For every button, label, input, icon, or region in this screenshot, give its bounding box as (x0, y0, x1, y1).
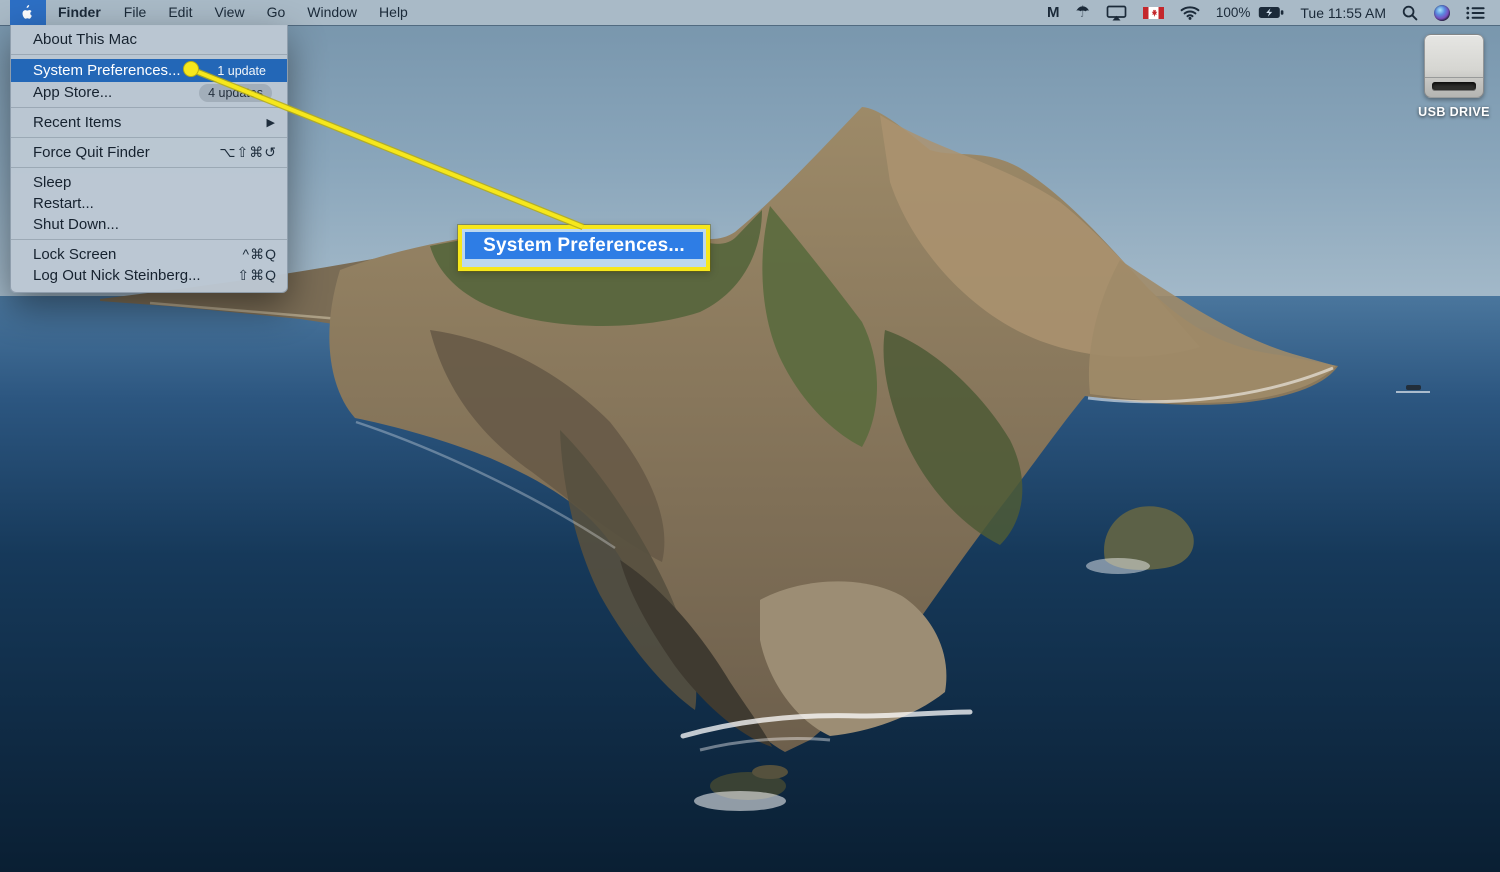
menu-item-label: Shut Down... (33, 216, 119, 233)
menu-title-file[interactable]: File (113, 0, 158, 25)
menu-bar-status-area: M ☂ (1047, 0, 1500, 25)
siri-icon[interactable] (1434, 0, 1450, 25)
notification-center-icon[interactable] (1466, 0, 1485, 25)
menu-title-help[interactable]: Help (368, 0, 419, 25)
spotlight-icon[interactable] (1402, 0, 1418, 25)
usb-drive-icon (1424, 34, 1484, 98)
menu-item-label: App Store... (33, 84, 112, 101)
menu-item-label: Restart... (33, 195, 94, 212)
menu-item-force-quit-finder[interactable]: Force Quit Finder ⌥⇧⌘↺ (11, 142, 287, 163)
menu-item-label: System Preferences... (33, 62, 181, 79)
menu-separator (11, 107, 287, 108)
keyboard-shortcut: ^⌘Q (243, 246, 277, 263)
apple-menu-button[interactable] (10, 0, 46, 25)
menu-item-sleep[interactable]: Sleep (11, 172, 287, 193)
menu-title-window[interactable]: Window (296, 0, 368, 25)
menu-separator (11, 239, 287, 240)
apple-menu: About This Mac System Preferences... 1 u… (10, 25, 288, 293)
battery-percent-label: 100% (1216, 5, 1251, 20)
menu-item-label: Force Quit Finder (33, 144, 150, 161)
airplay-icon[interactable] (1106, 0, 1127, 25)
keyboard-shortcut: ⌥⇧⌘↺ (219, 144, 277, 161)
menu-item-restart[interactable]: Restart... (11, 193, 287, 214)
menu-bar: Finder File Edit View Go Window Help M ☂ (0, 0, 1500, 25)
menu-item-label: About This Mac (33, 31, 137, 48)
menu-item-label: Lock Screen (33, 246, 116, 263)
usb-drive-desktop-icon[interactable]: USB DRIVE (1414, 34, 1494, 119)
menu-title-edit[interactable]: Edit (157, 0, 203, 25)
malwarebytes-icon[interactable]: M (1047, 0, 1060, 25)
wifi-icon[interactable] (1180, 0, 1200, 25)
menu-item-label: Log Out Nick Steinberg... (33, 267, 201, 284)
menu-separator (11, 54, 287, 55)
menu-separator (11, 137, 287, 138)
callout-label: System Preferences... (483, 235, 685, 257)
usb-drive-seam (1425, 77, 1483, 78)
apple-logo-icon (21, 5, 35, 21)
usb-drive-grille (1432, 82, 1476, 91)
battery-icon[interactable] (1258, 0, 1284, 25)
menu-bar-clock[interactable]: Tue 11:55 AM (1300, 5, 1386, 21)
desktop: USB DRIVE Finder File Edit View Go Windo… (0, 0, 1500, 872)
menu-item-app-store[interactable]: App Store... 4 updates (11, 82, 287, 103)
menu-item-lock-screen[interactable]: Lock Screen ^⌘Q (11, 244, 287, 265)
update-count-badge: 1 update (217, 64, 266, 78)
menu-item-label: Recent Items (33, 114, 121, 131)
menu-item-log-out[interactable]: Log Out Nick Steinberg... ⇧⌘Q (11, 265, 287, 286)
updates-count-badge: 4 updates (199, 84, 272, 102)
menu-item-shut-down[interactable]: Shut Down... (11, 214, 287, 235)
menu-item-recent-items[interactable]: Recent Items ▶ (11, 112, 287, 133)
menu-item-label: Sleep (33, 174, 71, 191)
canada-flag-icon[interactable] (1143, 0, 1164, 25)
usb-drive-label: USB DRIVE (1414, 105, 1494, 119)
keyboard-shortcut: ⇧⌘Q (237, 267, 277, 284)
menu-title-finder[interactable]: Finder (46, 0, 113, 25)
callout-highlight-bar: System Preferences... (465, 232, 703, 259)
menu-title-view[interactable]: View (203, 0, 255, 25)
menu-item-system-preferences[interactable]: System Preferences... 1 update (11, 59, 287, 82)
menu-title-go[interactable]: Go (256, 0, 297, 25)
avira-icon[interactable]: ☂ (1076, 0, 1090, 25)
submenu-arrow-icon: ▶ (267, 116, 277, 129)
callout-annotation: System Preferences... (458, 225, 710, 271)
menu-item-about-this-mac[interactable]: About This Mac (11, 29, 287, 50)
menu-separator (11, 167, 287, 168)
